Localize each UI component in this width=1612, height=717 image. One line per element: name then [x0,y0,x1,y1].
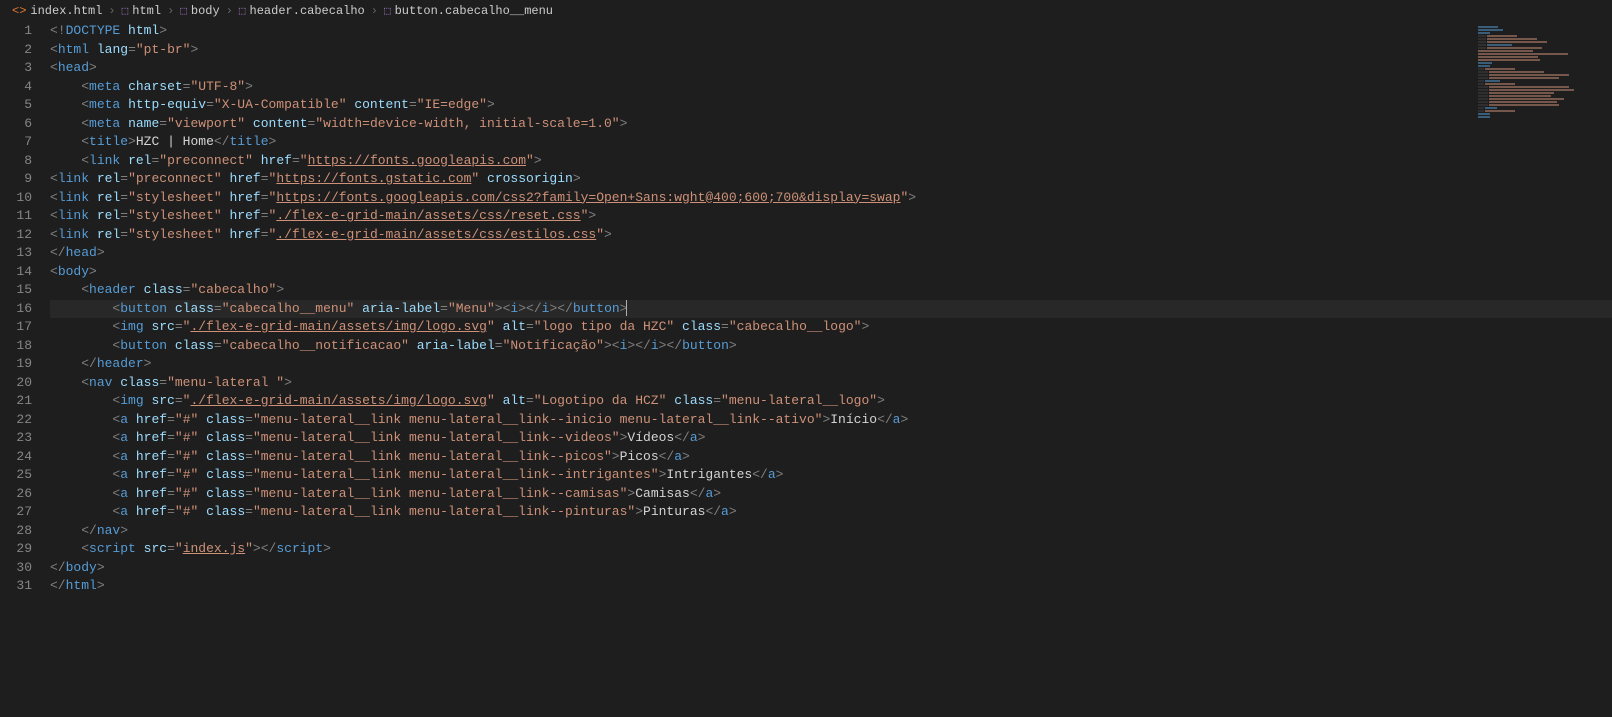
line-number: 3 [0,59,32,78]
line-number: 30 [0,559,32,578]
code-line[interactable]: <link rel="stylesheet" href="https://fon… [50,189,1612,208]
symbol-icon: ⬚ [180,4,187,18]
code-line[interactable]: <title>HZC | Home</title> [50,133,1612,152]
symbol-icon: ⬚ [122,4,129,18]
line-number: 5 [0,96,32,115]
code-area[interactable]: <!DOCTYPE html> <html lang="pt-br"> <hea… [50,22,1612,717]
code-line[interactable]: <img src="./flex-e-grid-main/assets/img/… [50,318,1612,337]
line-number: 26 [0,485,32,504]
line-number: 25 [0,466,32,485]
breadcrumb-label: button.cabecalho__menu [395,4,553,18]
code-line[interactable]: </body> [50,559,1612,578]
code-line[interactable]: <meta http-equiv="X-UA-Compatible" conte… [50,96,1612,115]
breadcrumb-label: body [191,4,220,18]
line-number: 4 [0,78,32,97]
code-line[interactable]: <img src="./flex-e-grid-main/assets/img/… [50,392,1612,411]
line-number: 19 [0,355,32,374]
line-number: 2 [0,41,32,60]
line-number: 6 [0,115,32,134]
code-line[interactable]: <link rel="stylesheet" href="./flex-e-gr… [50,207,1612,226]
line-number: 14 [0,263,32,282]
line-number: 7 [0,133,32,152]
breadcrumb-label: header.cabecalho [250,4,365,18]
code-line[interactable]: <button class="cabecalho__notificacao" a… [50,337,1612,356]
code-line[interactable]: </header> [50,355,1612,374]
chevron-right-icon: › [167,4,174,18]
chevron-right-icon: › [108,4,115,18]
code-line[interactable]: <link rel="preconnect" href="https://fon… [50,152,1612,171]
code-line[interactable]: <script src="index.js"></script> [50,540,1612,559]
code-line[interactable]: <a href="#" class="menu-lateral__link me… [50,466,1612,485]
code-line[interactable]: <body> [50,263,1612,282]
minimap[interactable] [1478,26,1598,106]
code-line[interactable]: <link rel="stylesheet" href="./flex-e-gr… [50,226,1612,245]
code-line[interactable]: <a href="#" class="menu-lateral__link me… [50,503,1612,522]
code-line[interactable]: <nav class="menu-lateral "> [50,374,1612,393]
line-number: 29 [0,540,32,559]
symbol-icon: ⬚ [239,4,246,18]
code-line[interactable]: <!DOCTYPE html> [50,22,1612,41]
code-line[interactable]: </head> [50,244,1612,263]
text-cursor [626,300,627,316]
line-number: 10 [0,189,32,208]
line-number: 24 [0,448,32,467]
breadcrumb-item[interactable]: <> index.html [12,4,102,18]
line-number: 12 [0,226,32,245]
code-line[interactable]: <meta charset="UTF-8"> [50,78,1612,97]
line-number: 1 [0,22,32,41]
chevron-right-icon: › [226,4,233,18]
code-line[interactable]: <a href="#" class="menu-lateral__link me… [50,448,1612,467]
code-line[interactable]: </nav> [50,522,1612,541]
breadcrumb-item[interactable]: ⬚ body [180,4,219,18]
code-line[interactable]: <html lang="pt-br"> [50,41,1612,60]
line-number-gutter: 1 2 3 4 5 6 7 8 9 10 11 12 13 14 15 16 1… [0,22,50,717]
line-number: 18 [0,337,32,356]
breadcrumb-label: html [132,4,161,18]
line-number: 27 [0,503,32,522]
line-number: 13 [0,244,32,263]
line-number: 21 [0,392,32,411]
breadcrumb-label: index.html [30,4,102,18]
line-number: 23 [0,429,32,448]
symbol-icon: ⬚ [384,4,391,18]
line-number: 17 [0,318,32,337]
html-file-icon: <> [12,4,26,18]
line-number: 8 [0,152,32,171]
line-number: 16 [0,300,32,319]
breadcrumb: <> index.html › ⬚ html › ⬚ body › ⬚ head… [0,0,1612,22]
code-editor[interactable]: 1 2 3 4 5 6 7 8 9 10 11 12 13 14 15 16 1… [0,22,1612,717]
code-line[interactable]: <link rel="preconnect" href="https://fon… [50,170,1612,189]
code-line[interactable]: </html> [50,577,1612,596]
line-number: 11 [0,207,32,226]
line-number: 9 [0,170,32,189]
line-number: 28 [0,522,32,541]
chevron-right-icon: › [371,4,378,18]
code-line[interactable]: <head> [50,59,1612,78]
code-line[interactable]: <header class="cabecalho"> [50,281,1612,300]
breadcrumb-item[interactable]: ⬚ header.cabecalho [239,4,365,18]
breadcrumb-item[interactable]: ⬚ button.cabecalho__menu [384,4,553,18]
line-number: 31 [0,577,32,596]
code-line[interactable]: <a href="#" class="menu-lateral__link me… [50,429,1612,448]
code-line-current[interactable]: <button class="cabecalho__menu" aria-lab… [50,300,1612,319]
code-line[interactable]: <a href="#" class="menu-lateral__link me… [50,411,1612,430]
code-line[interactable]: <a href="#" class="menu-lateral__link me… [50,485,1612,504]
code-line[interactable]: <meta name="viewport" content="width=dev… [50,115,1612,134]
line-number: 22 [0,411,32,430]
breadcrumb-item[interactable]: ⬚ html [122,4,161,18]
line-number: 15 [0,281,32,300]
line-number: 20 [0,374,32,393]
